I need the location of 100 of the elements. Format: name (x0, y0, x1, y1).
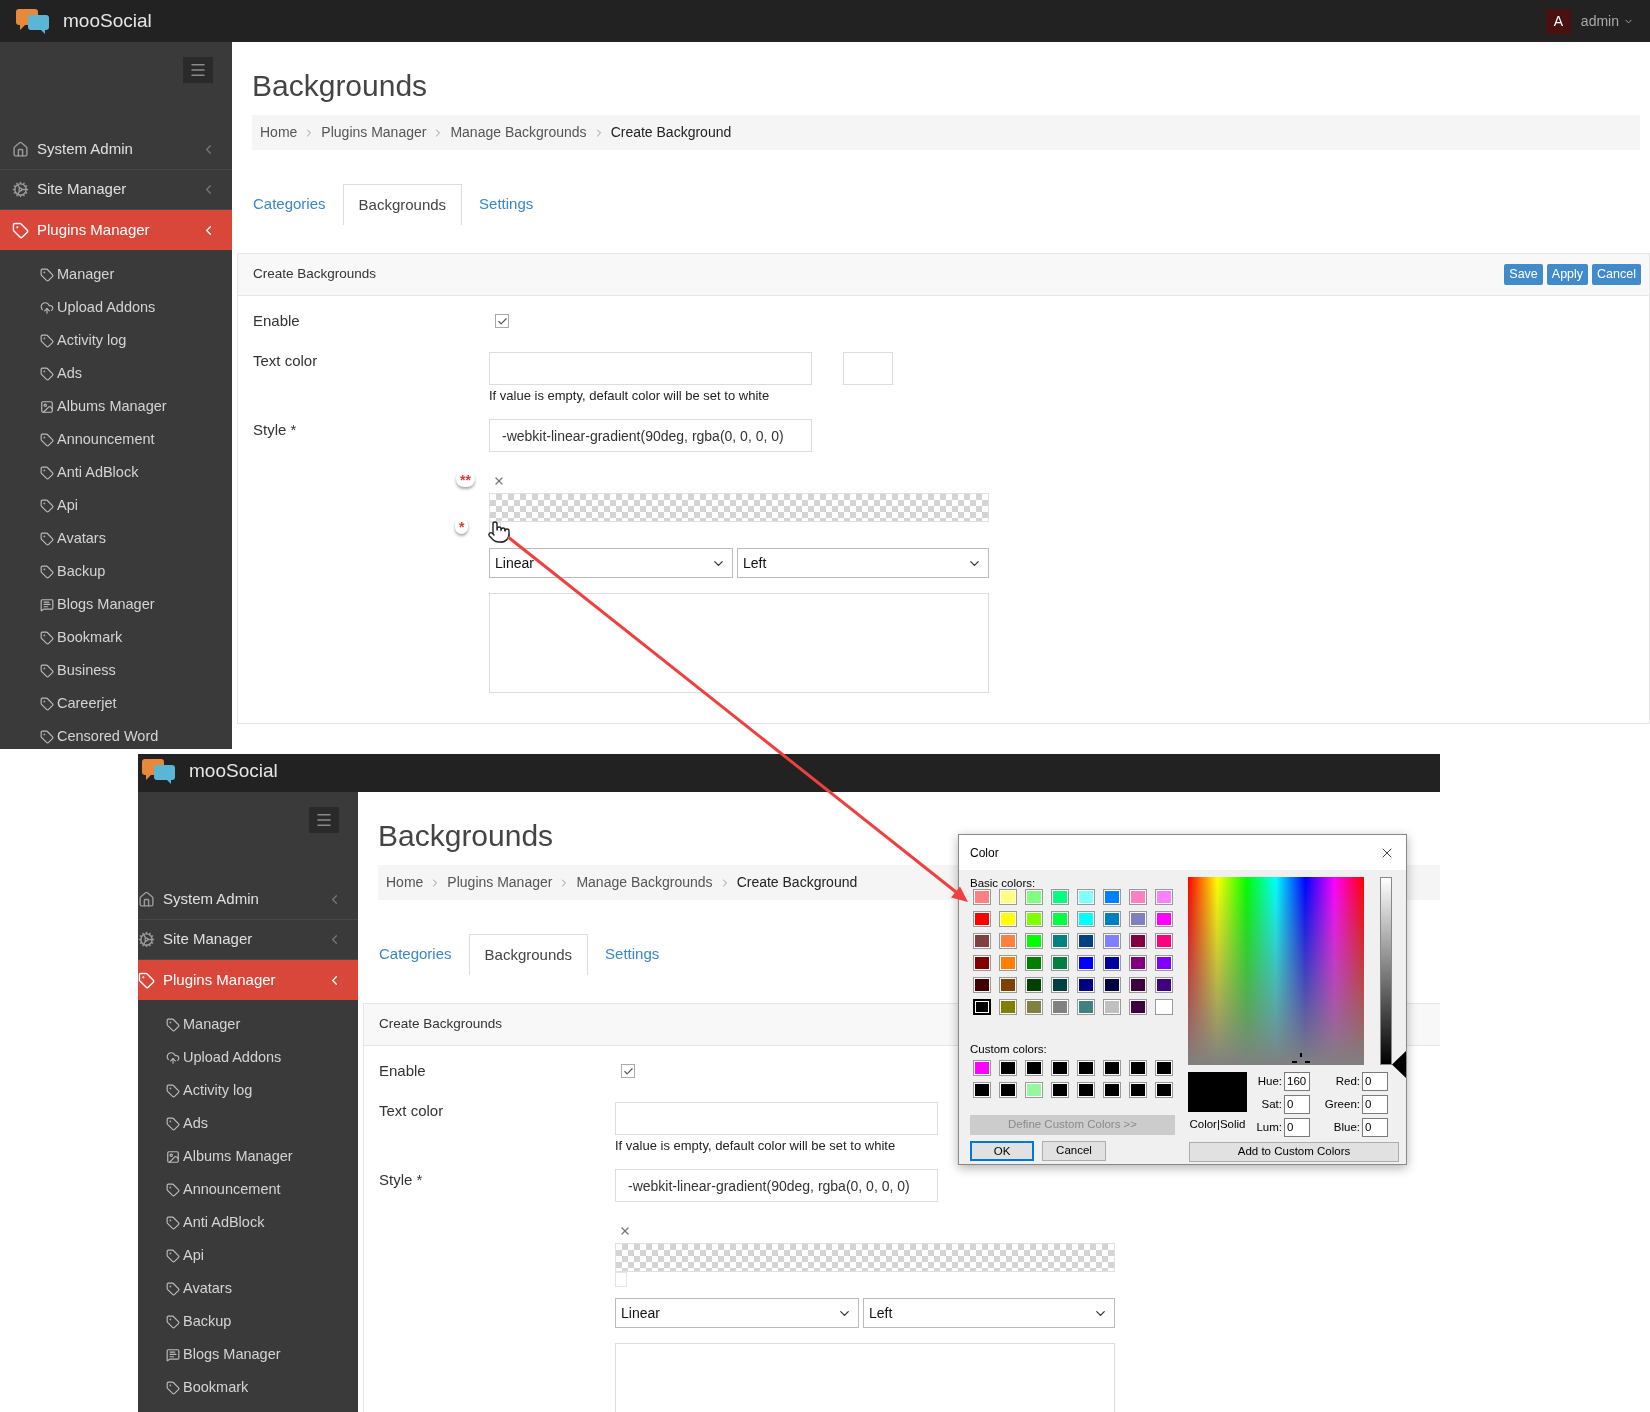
sidebar-link[interactable]: Upload Addons (138, 1041, 358, 1074)
color-swatch[interactable] (999, 889, 1017, 905)
color-swatch[interactable] (1129, 1082, 1147, 1098)
color-swatch[interactable] (1129, 977, 1147, 993)
color-swatch[interactable] (1077, 911, 1095, 927)
tab[interactable]: Backgrounds (468, 934, 589, 975)
color-swatch[interactable] (1103, 889, 1121, 905)
breadcrumb-link[interactable]: Plugins Manager (321, 122, 427, 143)
color-swatch[interactable] (1025, 1082, 1043, 1098)
color-swatch[interactable] (1051, 977, 1069, 993)
tab[interactable]: Backgrounds (342, 184, 463, 225)
style-field[interactable]: -webkit-linear-gradient(90deg, rgba(0, 0, 0, 0) (615, 1169, 938, 1202)
direction-select[interactable]: Left (737, 548, 989, 578)
color-swatch[interactable] (1025, 977, 1043, 993)
close-icon[interactable] (619, 1225, 631, 1237)
color-swatch[interactable] (1155, 999, 1173, 1015)
color-spectrum[interactable] (1188, 877, 1364, 1065)
user-menu[interactable]: admin (1580, 10, 1634, 32)
sidebar-link[interactable]: Avatars (0, 522, 232, 555)
value-field[interactable]: 160 (1284, 1072, 1310, 1091)
cancel-button[interactable]: Cancel (1042, 1141, 1106, 1161)
color-swatch[interactable] (973, 933, 991, 949)
sidebar-link[interactable]: Albums Manager (138, 1140, 358, 1173)
color-swatch[interactable] (999, 977, 1017, 993)
color-swatch[interactable] (999, 911, 1017, 927)
color-swatch[interactable] (973, 911, 991, 927)
color-swatch[interactable] (1129, 1060, 1147, 1076)
color-swatch[interactable] (1025, 911, 1043, 927)
color-swatch[interactable] (1051, 889, 1069, 905)
color-swatch[interactable] (1077, 999, 1095, 1015)
color-swatch[interactable] (1025, 933, 1043, 949)
color-swatch[interactable] (973, 1060, 991, 1076)
menu-toggle[interactable] (183, 57, 213, 83)
color-swatch[interactable] (1051, 911, 1069, 927)
slider-arrow-icon[interactable] (1392, 1051, 1406, 1078)
color-swatch[interactable] (1155, 1082, 1173, 1098)
color-swatch[interactable] (999, 933, 1017, 949)
value-field[interactable]: 0 (1362, 1072, 1388, 1091)
color-swatch[interactable] (999, 999, 1017, 1015)
enable-checkbox[interactable] (495, 314, 509, 328)
color-swatch[interactable] (973, 1082, 991, 1098)
color-swatch[interactable] (1155, 977, 1173, 993)
gradient-stop-handle[interactable] (615, 1272, 627, 1287)
text-color-field[interactable] (489, 352, 812, 385)
color-swatch[interactable] (1025, 955, 1043, 971)
sidebar-link[interactable]: Upload Addons (0, 291, 232, 324)
color-swatch[interactable] (1051, 933, 1069, 949)
type-select[interactable]: Linear (615, 1298, 859, 1328)
color-swatch[interactable] (1103, 977, 1121, 993)
color-swatch[interactable] (1155, 889, 1173, 905)
breadcrumb-link[interactable]: Home (386, 872, 424, 893)
sidebar-link[interactable]: Activity log (138, 1074, 358, 1107)
color-swatch[interactable] (1103, 1060, 1121, 1076)
breadcrumb-link[interactable]: Manage Backgrounds (450, 122, 587, 143)
color-swatch[interactable] (1051, 955, 1069, 971)
value-field[interactable]: 0 (1284, 1095, 1310, 1114)
add-custom-colors-button[interactable]: Add to Custom Colors (1189, 1142, 1399, 1162)
sidebar-link[interactable]: Backup (0, 555, 232, 588)
color-swatch[interactable] (1103, 955, 1121, 971)
sidebar-link[interactable]: Avatars (138, 1272, 358, 1305)
sidebar-link[interactable]: Censored Word (0, 720, 232, 749)
color-swatch[interactable] (999, 1060, 1017, 1076)
color-swatch[interactable] (1077, 1082, 1095, 1098)
tab[interactable]: Categories (364, 934, 467, 975)
sidebar-link[interactable]: Anti AdBlock (0, 456, 232, 489)
color-swatch[interactable] (1025, 1060, 1043, 1076)
breadcrumb-link[interactable]: Plugins Manager (447, 872, 553, 893)
close-icon[interactable] (493, 475, 505, 487)
action-button[interactable]: Apply (1546, 264, 1589, 285)
enable-checkbox[interactable] (621, 1064, 635, 1078)
color-swatch[interactable] (1051, 1082, 1069, 1098)
color-swatch[interactable] (1077, 1060, 1095, 1076)
sidebar-link[interactable]: Announcement (138, 1173, 358, 1206)
breadcrumb-link[interactable]: Manage Backgrounds (576, 872, 713, 893)
color-swatch[interactable] (973, 977, 991, 993)
color-swatch[interactable] (1077, 933, 1095, 949)
luminance-bar[interactable] (1380, 877, 1392, 1065)
color-swatch[interactable] (1051, 999, 1069, 1015)
sidebar-link[interactable]: Manager (138, 1008, 358, 1041)
color-swatch[interactable] (1077, 955, 1095, 971)
type-select[interactable]: Linear (489, 548, 733, 578)
color-swatch[interactable] (1077, 977, 1095, 993)
tab[interactable]: Categories (238, 184, 341, 225)
sidebar-link[interactable]: Blogs Manager (138, 1338, 358, 1371)
color-swatch[interactable] (1155, 955, 1173, 971)
sidebar-link[interactable]: Activity log (0, 324, 232, 357)
color-swatch[interactable] (1129, 933, 1147, 949)
ok-button[interactable]: OK (970, 1141, 1034, 1161)
sidebar-link[interactable]: Manager (0, 258, 232, 291)
sidebar-link[interactable]: Bookmark (138, 1371, 358, 1404)
sidebar-link[interactable]: Backup (138, 1305, 358, 1338)
action-button[interactable]: Save (1504, 264, 1543, 285)
color-swatch[interactable] (999, 1082, 1017, 1098)
color-swatch[interactable] (1077, 889, 1095, 905)
color-swatch[interactable] (1025, 999, 1043, 1015)
color-swatch[interactable] (1155, 1060, 1173, 1076)
sidebar-link[interactable]: Albums Manager (0, 390, 232, 423)
sidebar-menu-item[interactable]: System Admin (138, 880, 358, 920)
breadcrumb-link[interactable]: Home (260, 122, 298, 143)
sidebar-link[interactable]: Ads (138, 1107, 358, 1140)
